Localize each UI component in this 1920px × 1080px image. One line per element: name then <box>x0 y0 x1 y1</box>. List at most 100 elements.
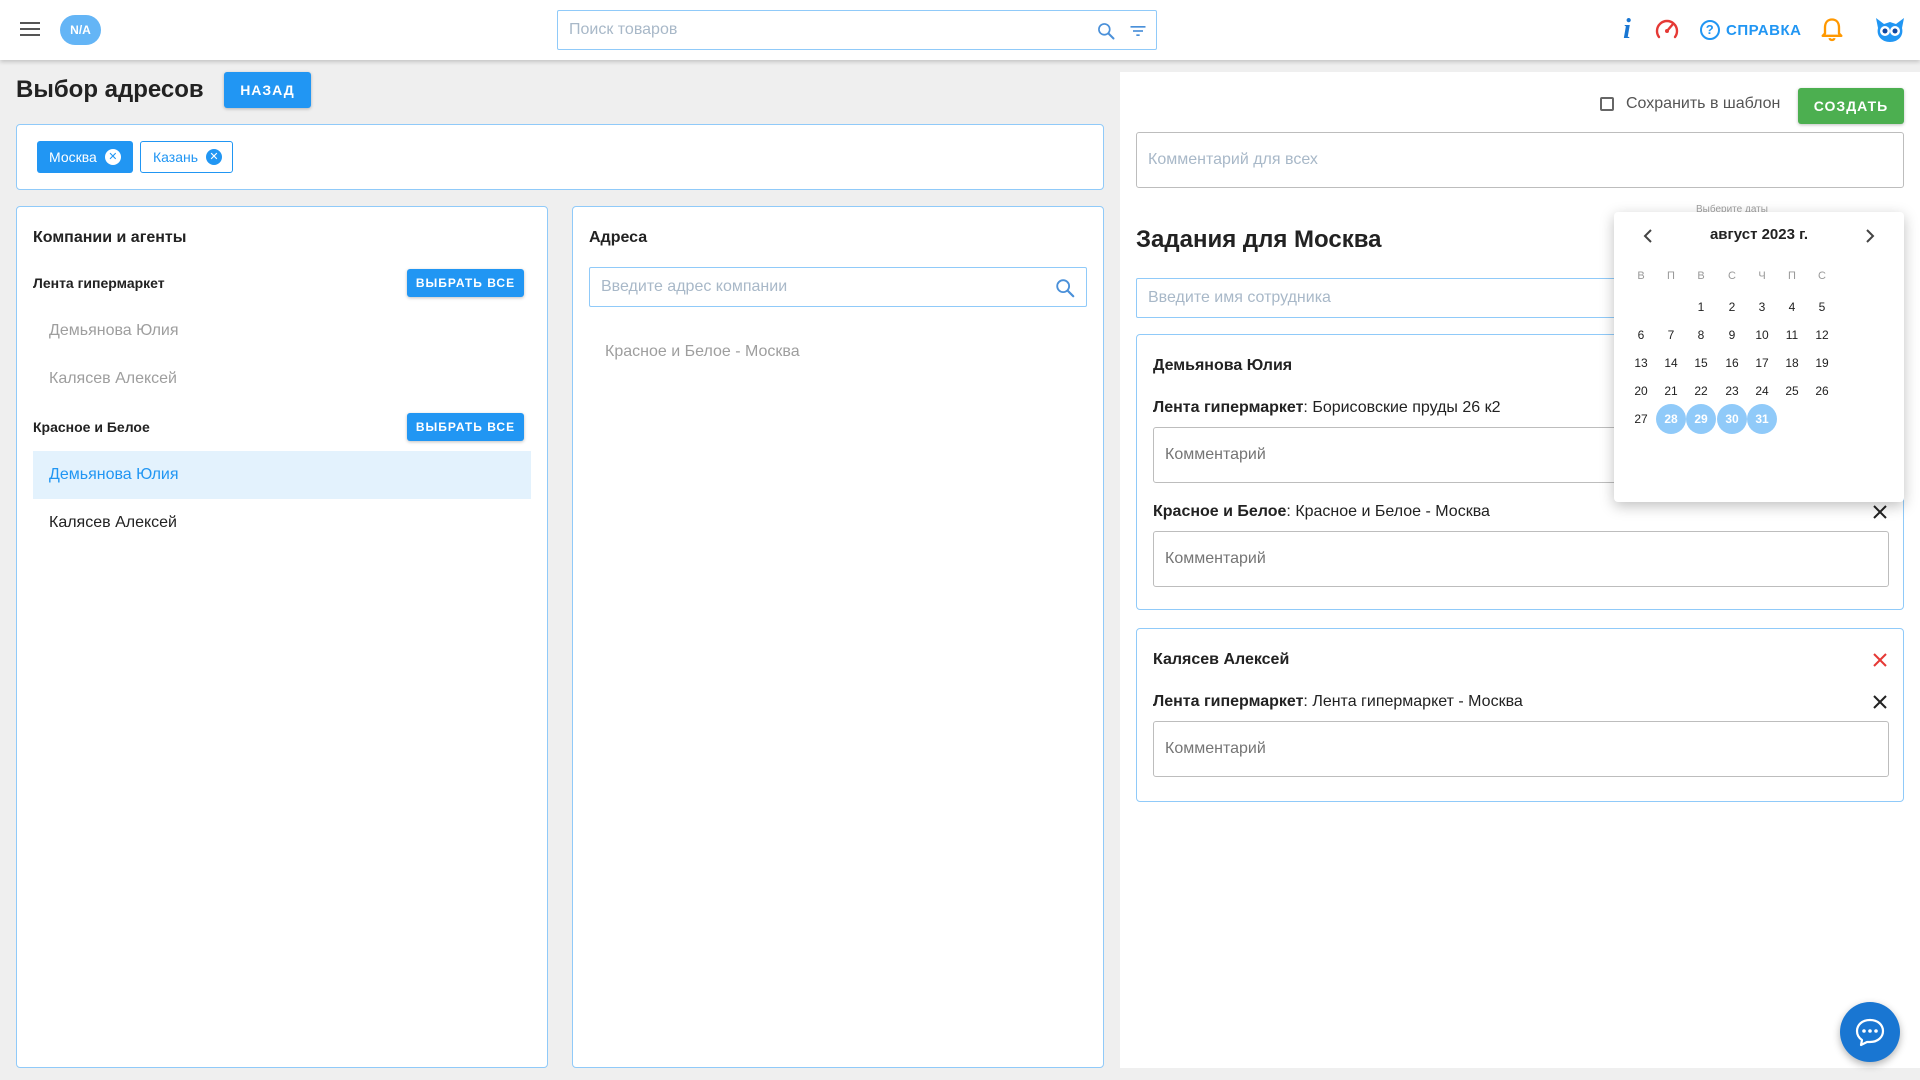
chip-remove-icon[interactable]: ✕ <box>206 149 223 165</box>
weekday-label: В <box>1637 270 1645 282</box>
info-icon[interactable]: i <box>1618 14 1636 46</box>
datepicker: август 2023 г. В П В С Ч П С 1 2 3 4 5 6 7 8 9 10 11 12 13 1… <box>1614 212 1904 502</box>
company-name: Лента гипермаркет <box>33 275 165 291</box>
company-name: Красное и Белое <box>33 419 150 435</box>
top-bar: N/A i ? СПРАВКА <box>0 0 1920 60</box>
calendar-day[interactable]: 2 <box>1717 292 1747 322</box>
help-link[interactable]: ? СПРАВКА <box>1700 18 1801 42</box>
calendar-day[interactable]: 5 <box>1807 292 1837 322</box>
calendar-day[interactable]: 10 <box>1747 320 1777 350</box>
comment-all-input[interactable] <box>1136 132 1904 188</box>
select-all-button[interactable]: ВЫБРАТЬ ВСЕ <box>407 269 524 297</box>
calendar-day[interactable]: 8 <box>1686 320 1716 350</box>
agent-item[interactable]: Калясев Алексей <box>33 355 531 403</box>
calendar-day[interactable]: 4 <box>1777 292 1807 322</box>
task-comment-input[interactable] <box>1153 531 1889 587</box>
speedometer-icon[interactable] <box>1652 15 1682 45</box>
product-search-input[interactable] <box>569 11 1069 49</box>
back-button[interactable]: НАЗАД <box>224 72 311 108</box>
weekday-label: П <box>1667 270 1675 282</box>
calendar-day-selected[interactable]: 29 <box>1686 404 1716 434</box>
task-address: : Красное и Белое - Москва <box>1286 503 1490 520</box>
calendar-day[interactable]: 25 <box>1777 376 1807 406</box>
address-search-input[interactable] <box>601 268 1041 306</box>
calendar-day[interactable]: 24 <box>1747 376 1777 406</box>
chip-remove-icon[interactable]: ✕ <box>104 149 121 165</box>
calendar-day-selected[interactable]: 30 <box>1717 404 1747 434</box>
calendar-day[interactable]: 6 <box>1626 320 1656 350</box>
task-company: Лента гипермаркет <box>1153 399 1304 416</box>
weekday-label: Ч <box>1758 270 1766 282</box>
calendar-day[interactable]: 7 <box>1656 320 1686 350</box>
calendar-day[interactable]: 14 <box>1656 348 1686 378</box>
address-item[interactable]: Красное и Белое - Москва <box>605 343 800 361</box>
chip-moscow[interactable]: Москва ✕ <box>37 141 133 173</box>
employee-task-card: Калясев Алексей Лента гипермаркет: Лента… <box>1136 628 1904 802</box>
tasks-title: Задания для Москва <box>1136 226 1382 253</box>
addresses-title: Адреса <box>589 229 648 246</box>
help-label: СПРАВКА <box>1726 21 1802 39</box>
employee-name: Демьянова Юлия <box>1153 357 1293 374</box>
chat-button[interactable] <box>1840 1002 1900 1062</box>
task-line: Лента гипермаркет: Борисовские пруды 26 … <box>1153 399 1501 417</box>
calendar-day-selected[interactable]: 31 <box>1747 404 1777 434</box>
create-button[interactable]: СОЗДАТЬ <box>1798 88 1904 124</box>
agent-item[interactable]: Демьянова Юлия <box>33 307 531 355</box>
calendar-day[interactable]: 9 <box>1717 320 1747 350</box>
calendar-day[interactable]: 17 <box>1747 348 1777 378</box>
chevron-right-icon[interactable] <box>1860 226 1880 246</box>
calendar-day[interactable]: 27 <box>1626 404 1656 434</box>
calendar-day[interactable]: 1 <box>1686 292 1716 322</box>
calendar-day-selected[interactable]: 28 <box>1656 404 1686 434</box>
calendar-day[interactable]: 23 <box>1717 376 1747 406</box>
remove-task-icon[interactable] <box>1871 693 1889 711</box>
companies-title: Компании и агенты <box>33 229 187 246</box>
agent-item[interactable]: Демьянова Юлия <box>33 451 531 499</box>
calendar-day[interactable]: 3 <box>1747 292 1777 322</box>
save-template-checkbox[interactable] <box>1600 97 1614 111</box>
weekday-label: В <box>1697 270 1705 282</box>
calendar-day[interactable]: 13 <box>1626 348 1656 378</box>
task-company: Красное и Белое <box>1153 503 1287 520</box>
weekday-label: С <box>1728 270 1736 282</box>
agent-item[interactable]: Калясев Алексей <box>33 499 531 547</box>
addresses-panel: Адреса Красное и Белое - Москва <box>572 206 1104 1068</box>
select-all-button[interactable]: ВЫБРАТЬ ВСЕ <box>407 413 524 441</box>
weekday-label: С <box>1818 270 1826 282</box>
chat-icon <box>1855 1018 1885 1047</box>
help-circle-icon: ? <box>1700 20 1720 40</box>
chip-label: Москва <box>49 149 97 165</box>
employee-name: Калясев Алексей <box>1153 651 1290 668</box>
bell-icon[interactable] <box>1818 16 1846 44</box>
calendar-day[interactable]: 26 <box>1807 376 1837 406</box>
city-chips-panel: Москва ✕ Казань ✕ <box>16 124 1104 190</box>
chip-kazan[interactable]: Казань ✕ <box>140 141 233 173</box>
filter-icon[interactable] <box>1128 21 1148 41</box>
calendar-day[interactable]: 15 <box>1686 348 1716 378</box>
remove-task-icon[interactable] <box>1871 503 1889 521</box>
owl-logo-icon[interactable] <box>1874 14 1906 46</box>
calendar-day[interactable]: 21 <box>1656 376 1686 406</box>
employee-search-input[interactable] <box>1136 278 1626 318</box>
calendar-day[interactable]: 19 <box>1807 348 1837 378</box>
calendar-day[interactable]: 12 <box>1807 320 1837 350</box>
user-badge[interactable]: N/A <box>60 15 101 45</box>
task-address: : Лента гипермаркет - Москва <box>1303 693 1523 710</box>
companies-panel: Компании и агенты Лента гипермаркет ВЫБР… <box>16 206 548 1068</box>
search-icon[interactable] <box>1054 277 1076 299</box>
calendar-day[interactable]: 18 <box>1777 348 1807 378</box>
save-template-label: Сохранить в шаблон <box>1626 95 1781 112</box>
calendar-day[interactable]: 16 <box>1717 348 1747 378</box>
calendar-day[interactable]: 22 <box>1686 376 1716 406</box>
calendar-day[interactable]: 11 <box>1777 320 1807 350</box>
address-search <box>589 267 1087 307</box>
task-company: Лента гипермаркет <box>1153 693 1304 710</box>
remove-employee-icon[interactable] <box>1871 651 1889 669</box>
search-icon[interactable] <box>1096 21 1116 41</box>
calendar-day[interactable]: 20 <box>1626 376 1656 406</box>
task-comment-input[interactable] <box>1153 721 1889 777</box>
menu-icon[interactable] <box>20 19 40 39</box>
task-line: Лента гипермаркет: Лента гипермаркет - М… <box>1153 693 1523 711</box>
chip-label: Казань <box>153 149 199 165</box>
save-template-toggle[interactable]: Сохранить в шаблон <box>1600 94 1780 114</box>
